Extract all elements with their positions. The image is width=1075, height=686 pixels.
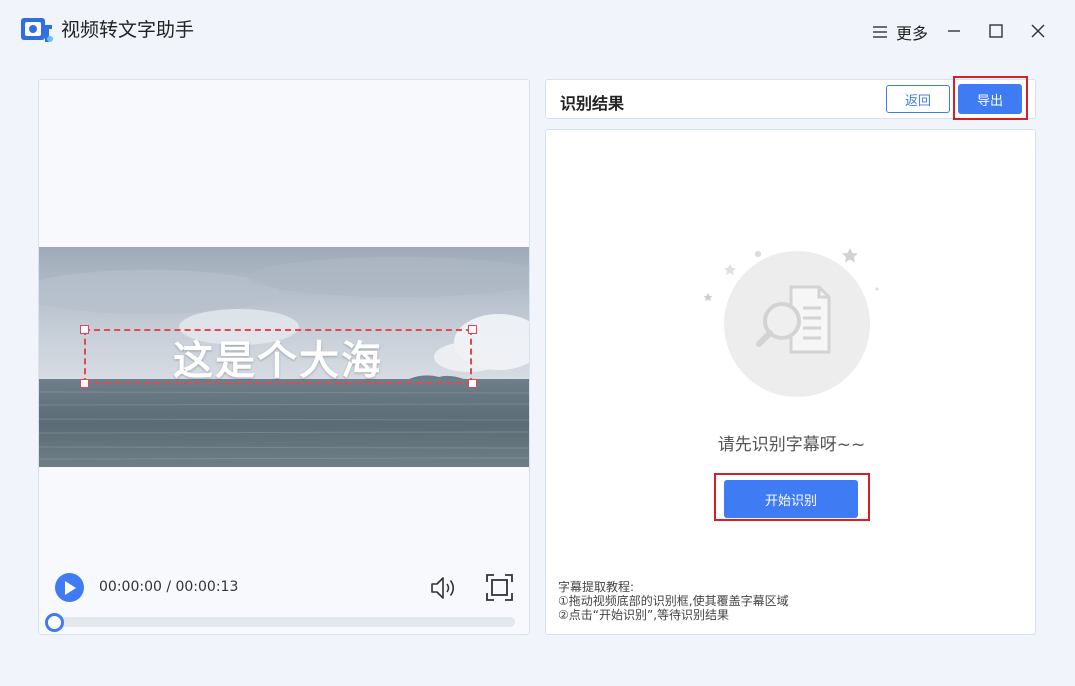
result-panel: 请先识别字幕呀~~ 开始识别 字幕提取教程: ①拖动视频底部的识别框,使其覆盖字… bbox=[545, 129, 1036, 635]
empty-state-illustration bbox=[696, 240, 886, 410]
video-frame[interactable]: 这是个大海 bbox=[39, 247, 529, 467]
time-display: 00:00:00 / 00:00:13 bbox=[99, 579, 239, 595]
app-logo-icon bbox=[20, 15, 54, 45]
close-button[interactable] bbox=[1025, 18, 1051, 44]
maximize-button[interactable] bbox=[983, 18, 1009, 44]
more-menu-button[interactable]: 更多 bbox=[872, 20, 928, 44]
empty-state-message: 请先识别字幕呀~~ bbox=[717, 435, 866, 455]
more-label: 更多 bbox=[896, 24, 929, 43]
close-icon bbox=[1031, 24, 1045, 38]
title-bar: 视频转文字助手 更多 bbox=[0, 0, 1075, 60]
play-icon bbox=[64, 580, 76, 595]
tutorial-text: 字幕提取教程: ①拖动视频底部的识别框,使其覆盖字幕区域 ②点击“开始识别”,等… bbox=[558, 580, 789, 622]
back-button[interactable]: 返回 bbox=[886, 85, 950, 113]
resize-handle-bottom-right[interactable] bbox=[468, 379, 477, 388]
tutorial-step-1: ①拖动视频底部的识别框,使其覆盖字幕区域 bbox=[558, 594, 789, 608]
resize-handle-bottom-left[interactable] bbox=[80, 379, 89, 388]
recognition-frame[interactable]: 这是个大海 bbox=[84, 329, 472, 384]
tutorial-heading: 字幕提取教程: bbox=[558, 580, 635, 594]
fullscreen-button[interactable] bbox=[486, 574, 513, 601]
export-highlight-box bbox=[953, 76, 1028, 120]
video-subtitle: 这是个大海 bbox=[173, 337, 383, 384]
progress-thumb[interactable] bbox=[45, 613, 64, 632]
resize-handle-top-right[interactable] bbox=[468, 325, 477, 334]
tutorial-step-2: ②点击“开始识别”,等待识别结果 bbox=[558, 608, 730, 622]
start-button-highlight-box bbox=[714, 473, 870, 521]
app-title: 视频转文字助手 bbox=[61, 19, 195, 41]
document-search-icon bbox=[703, 248, 879, 397]
minimize-button[interactable] bbox=[941, 18, 967, 44]
video-panel: 这是个大海 00:00:00 / 00:00:13 bbox=[38, 79, 530, 635]
play-button[interactable] bbox=[55, 573, 84, 602]
progress-bar[interactable] bbox=[53, 617, 515, 627]
volume-button[interactable] bbox=[430, 574, 458, 602]
menu-icon bbox=[873, 26, 887, 38]
maximize-icon bbox=[989, 24, 1003, 38]
volume-icon bbox=[431, 577, 455, 599]
fullscreen-icon bbox=[486, 574, 513, 601]
result-title: 识别结果 bbox=[560, 94, 625, 113]
resize-handle-top-left[interactable] bbox=[80, 325, 89, 334]
minimize-icon bbox=[948, 30, 960, 32]
player-controls: 00:00:00 / 00:00:13 bbox=[39, 570, 529, 634]
